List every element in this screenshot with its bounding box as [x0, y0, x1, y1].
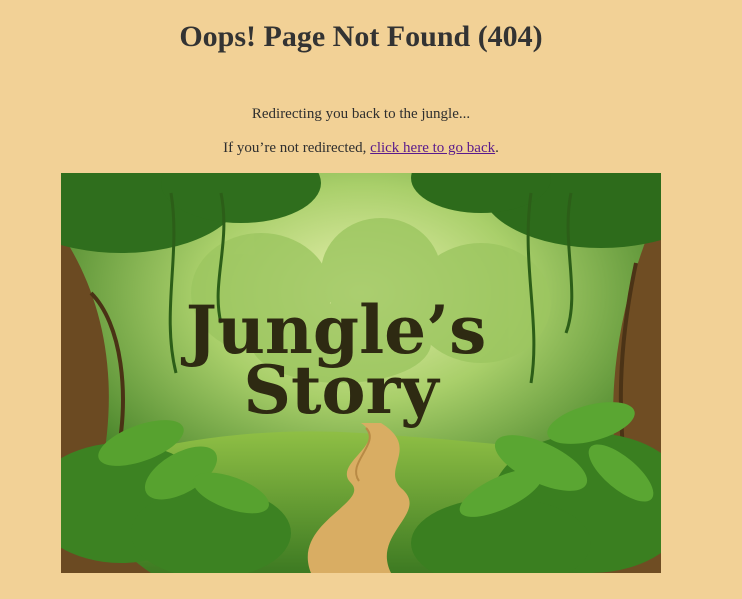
go-back-link[interactable]: click here to go back [370, 140, 495, 156]
redirect-message: Redirecting you back to the jungle... [251, 106, 471, 122]
jungle-story-banner-image: Jungle’s Story [61, 173, 661, 573]
page-title: Oops! Page Not Found (404) [179, 20, 543, 53]
hero-title-line2: Story [243, 351, 440, 429]
fallback-message: If you’re not redirected, click here to … [0, 138, 722, 158]
fallback-suffix: . [495, 140, 499, 156]
jungle-illustration: Jungle’s Story [61, 173, 661, 573]
fallback-prefix: If you’re not redirected, [223, 140, 371, 156]
